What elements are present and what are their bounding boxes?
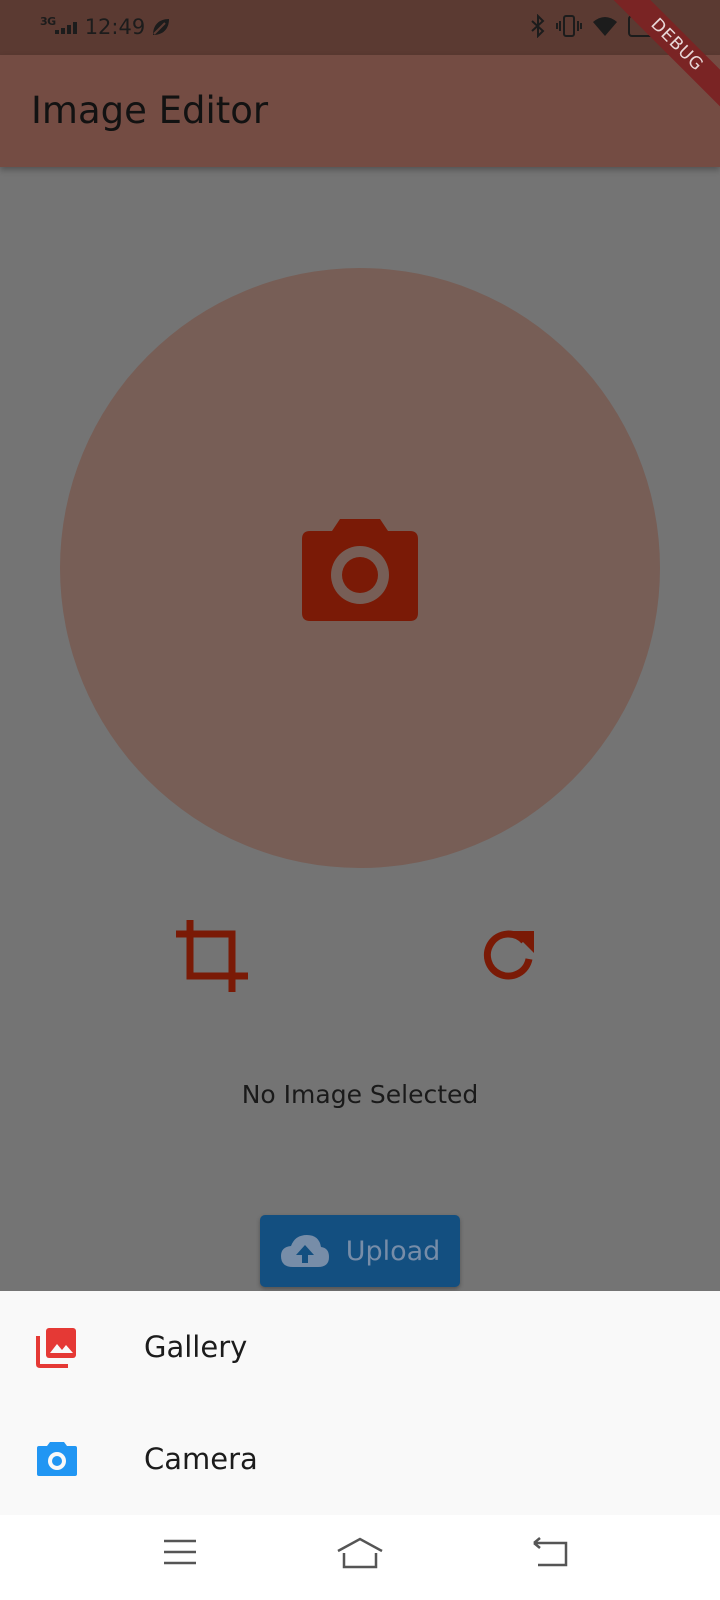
- cloud-upload-icon: [280, 1235, 329, 1267]
- photo-library-icon: [36, 1328, 76, 1368]
- upload-button[interactable]: Upload: [260, 1215, 460, 1287]
- camera-icon: [302, 519, 418, 621]
- status-right: [530, 14, 670, 38]
- vibrate-icon: [556, 15, 582, 37]
- sheet-item-label: Gallery: [144, 1330, 248, 1364]
- signal-icon: [54, 20, 77, 34]
- sheet-item-gallery[interactable]: Gallery: [0, 1291, 720, 1403]
- clock: 12:49: [84, 15, 146, 39]
- home-icon[interactable]: [336, 1537, 384, 1569]
- leaf-icon: [153, 19, 170, 35]
- rotate-icon[interactable]: [480, 925, 538, 983]
- menu-icon[interactable]: [162, 1537, 198, 1567]
- image-placeholder[interactable]: [60, 268, 660, 868]
- image-source-sheet: Gallery Camera: [0, 1291, 720, 1515]
- bluetooth-icon: [531, 14, 545, 38]
- wifi-icon: [593, 17, 617, 36]
- status-bar: 3G 12:49: [0, 0, 720, 55]
- network-type: 3G: [40, 14, 56, 28]
- upload-label: Upload: [345, 1235, 441, 1267]
- system-nav-bar: [0, 1515, 720, 1600]
- back-icon[interactable]: [530, 1537, 570, 1567]
- camera-icon: [37, 1442, 77, 1476]
- page-title: Image Editor: [31, 89, 269, 132]
- no-image-status: No Image Selected: [241, 1080, 479, 1109]
- sheet-item-label: Camera: [144, 1442, 258, 1476]
- sheet-item-camera[interactable]: Camera: [0, 1403, 720, 1515]
- app-bar: Image Editor: [0, 55, 720, 167]
- battery-icon: [628, 15, 670, 37]
- crop-icon[interactable]: [174, 918, 250, 994]
- status-left: 3G 12:49: [40, 12, 172, 42]
